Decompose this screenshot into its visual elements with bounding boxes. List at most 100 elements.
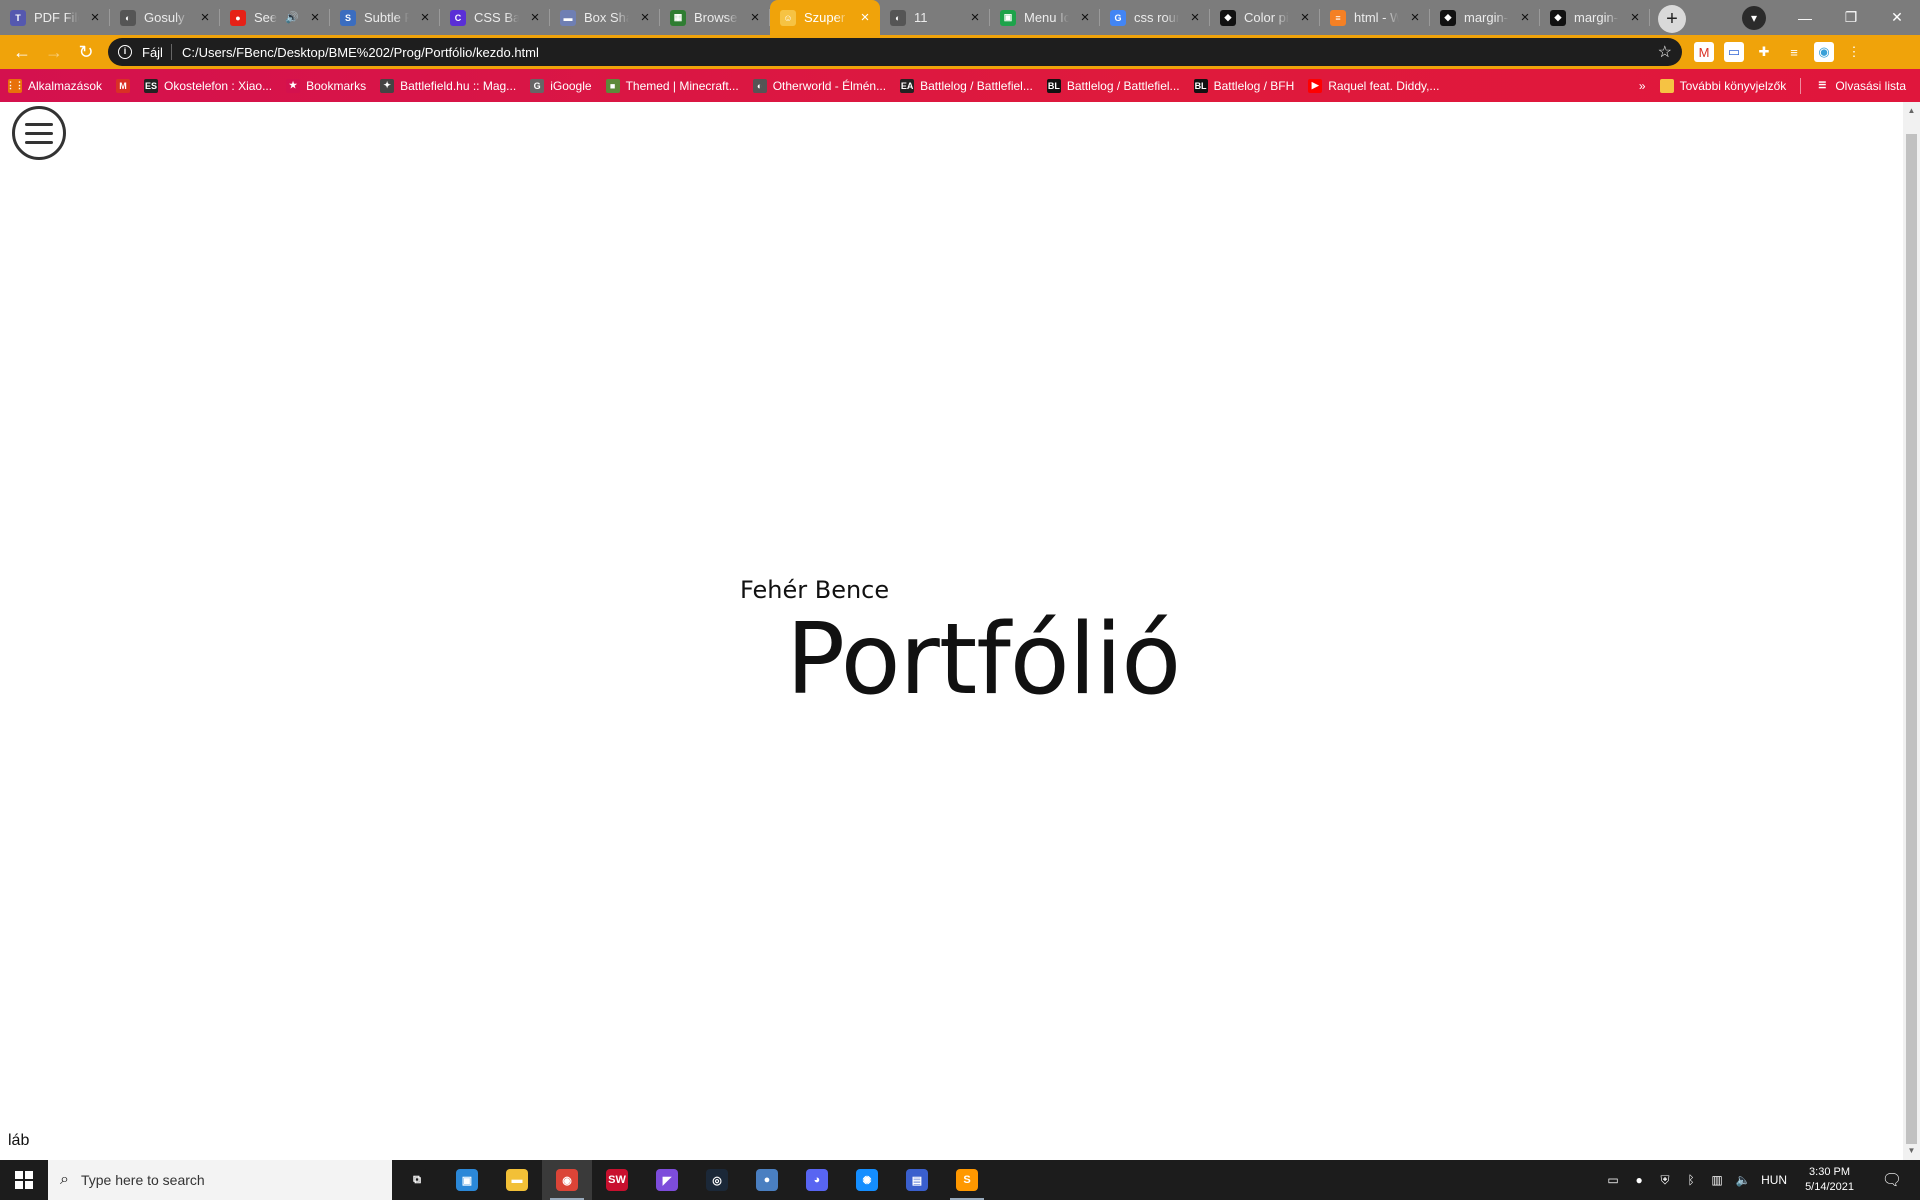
- taskbar-search-box[interactable]: ⌕ Type here to search: [48, 1160, 392, 1200]
- drop-tray-icon[interactable]: ●: [1631, 1172, 1647, 1188]
- tab-close-icon[interactable]: ×: [747, 9, 763, 26]
- vertical-scrollbar[interactable]: ▲ ▼: [1903, 102, 1920, 1160]
- forward-button[interactable]: →: [38, 36, 70, 68]
- tab-close-icon[interactable]: ×: [1517, 9, 1533, 26]
- arrow-left-icon: ←: [13, 41, 31, 62]
- screen-extension-icon[interactable]: ▭: [1724, 42, 1744, 62]
- browser-tab[interactable]: ◆ Color pic ×: [1210, 0, 1320, 35]
- gmail-extension-icon[interactable]: M: [1694, 42, 1714, 62]
- tab-audio-icon[interactable]: 🔊: [285, 11, 299, 24]
- more-menu-icon[interactable]: ⋮: [1844, 42, 1864, 62]
- taskbar-app-windows-explorer-settings[interactable]: ▣: [442, 1160, 492, 1200]
- tab-title: Box Sha: [584, 10, 629, 25]
- bookmark-label: Okostelefon : Xiao...: [164, 78, 273, 93]
- browser-tab[interactable]: ◐ 11 ×: [880, 0, 990, 35]
- bookmark-item[interactable]: EA Battlelog / Battlefiel...: [900, 78, 1033, 93]
- taskbar-app-sublime-text[interactable]: S: [942, 1160, 992, 1200]
- bookmarks-overflow-button[interactable]: »: [1639, 79, 1646, 93]
- taskbar-app-discord[interactable]: ◕: [792, 1160, 842, 1200]
- notification-center-icon[interactable]: 🗨: [1872, 1160, 1912, 1200]
- browser-tab[interactable]: ◆ margin-l ×: [1430, 0, 1540, 35]
- tab-close-icon[interactable]: ×: [1297, 9, 1313, 26]
- browser-tab[interactable]: ▬ Box Sha ×: [550, 0, 660, 35]
- browser-tab[interactable]: C CSS Back ×: [440, 0, 550, 35]
- tab-search-icon[interactable]: ▾: [1742, 5, 1766, 30]
- bookmark-star-icon[interactable]: ☆: [1658, 42, 1672, 62]
- browser-tab[interactable]: ≡ html - W ×: [1320, 0, 1430, 35]
- meet-now-icon[interactable]: ▭: [1605, 1172, 1621, 1188]
- taskbar-app-drop-app[interactable]: ●: [742, 1160, 792, 1200]
- bookmark-item[interactable]: BL Battlelog / Battlefiel...: [1046, 78, 1180, 93]
- tab-close-icon[interactable]: ×: [1077, 9, 1093, 26]
- network-icon[interactable]: ▥: [1709, 1172, 1725, 1188]
- info-icon[interactable]: i: [118, 45, 132, 59]
- tab-close-icon[interactable]: ×: [87, 9, 103, 26]
- bookmark-item[interactable]: ⋮⋮ Alkalmazások: [6, 78, 102, 93]
- browser-tab[interactable]: ☺ Szuper p ×: [770, 0, 880, 35]
- security-tray-icon[interactable]: ⛨: [1657, 1172, 1673, 1188]
- bookmark-favicon-icon: M: [116, 78, 131, 93]
- scroll-thumb[interactable]: [1906, 134, 1917, 1144]
- profile-avatar-icon[interactable]: ◉: [1814, 42, 1834, 62]
- browser-tab[interactable]: T PDF File ×: [0, 0, 110, 35]
- tab-close-icon[interactable]: ×: [1407, 9, 1423, 26]
- steam-icon: ◎: [706, 1169, 728, 1191]
- taskbar-app-chrome[interactable]: ◉: [542, 1160, 592, 1200]
- url-text[interactable]: C:/Users/FBenc/Desktop/BME%202/Prog/Port…: [182, 45, 1658, 60]
- tab-close-icon[interactable]: ×: [1187, 9, 1203, 26]
- taskbar-app-task-view[interactable]: ⧉: [392, 1160, 442, 1200]
- tab-close-icon[interactable]: ×: [637, 9, 653, 26]
- start-button[interactable]: [0, 1160, 48, 1200]
- puzzle-extension-icon[interactable]: ✚: [1754, 42, 1774, 62]
- bookmark-item[interactable]: ■ Themed | Minecraft...: [605, 78, 739, 93]
- browser-tab[interactable]: ▦ Browse I ×: [660, 0, 770, 35]
- taskbar-clock[interactable]: 3:30 PM 5/14/2021: [1805, 1165, 1854, 1195]
- bookmark-item[interactable]: ▶ Raquel feat. Diddy,...: [1308, 78, 1439, 93]
- tab-close-icon[interactable]: ×: [967, 9, 983, 26]
- bookmark-item[interactable]: BL Battlelog / BFH: [1193, 78, 1294, 93]
- taskbar-app-save-app[interactable]: ▤: [892, 1160, 942, 1200]
- browser-tab[interactable]: S Subtle P ×: [330, 0, 440, 35]
- browser-tab[interactable]: ● Sees 🔊 ×: [220, 0, 330, 35]
- reload-button[interactable]: ↻: [70, 36, 102, 68]
- back-button[interactable]: ←: [6, 36, 38, 68]
- taskbar-app-file-explorer[interactable]: ▬: [492, 1160, 542, 1200]
- browser-tab[interactable]: ◆ margin-l ×: [1540, 0, 1650, 35]
- taskbar-app-visual-studio[interactable]: ◤: [642, 1160, 692, 1200]
- bookmark-item[interactable]: ★ Bookmarks: [286, 78, 366, 93]
- tab-title: Browse I: [694, 10, 739, 25]
- scheme-label[interactable]: Fájl: [142, 45, 163, 60]
- bookmark-item[interactable]: ✦ Battlefield.hu :: Mag...: [380, 78, 516, 93]
- scroll-down-icon[interactable]: ▼: [1903, 1144, 1920, 1158]
- bluetooth-icon[interactable]: ᛒ: [1683, 1172, 1699, 1188]
- tab-close-icon[interactable]: ×: [527, 9, 543, 26]
- volume-icon[interactable]: 🔈: [1735, 1172, 1751, 1188]
- bookmark-item[interactable]: GiGoogle: [530, 78, 592, 93]
- taskbar-app-steam[interactable]: ◎: [692, 1160, 742, 1200]
- bookmark-item[interactable]: M: [116, 78, 131, 93]
- tab-close-icon[interactable]: ×: [417, 9, 433, 26]
- reading-list-button[interactable]: ☰ Olvasási lista: [1815, 79, 1906, 93]
- bookmark-label: Themed | Minecraft...: [625, 78, 739, 93]
- hamburger-menu-button[interactable]: [12, 106, 66, 160]
- bookmark-item[interactable]: ES Okostelefon : Xiao...: [144, 78, 273, 93]
- browser-tab[interactable]: Gcss roun ×: [1100, 0, 1210, 35]
- address-bar[interactable]: i Fájl C:/Users/FBenc/Desktop/BME%202/Pr…: [108, 38, 1682, 66]
- tab-close-icon[interactable]: ×: [857, 9, 873, 26]
- input-language[interactable]: HUN: [1761, 1173, 1787, 1187]
- close-window-button[interactable]: ✕: [1874, 3, 1920, 33]
- reading-list-icon[interactable]: ≡: [1784, 42, 1804, 62]
- new-tab-button[interactable]: +: [1658, 5, 1686, 33]
- bookmark-item[interactable]: ◐ Otherworld - Élmén...: [752, 78, 886, 93]
- other-bookmarks-folder[interactable]: ▬ További könyvjelzők: [1659, 78, 1786, 93]
- tab-close-icon[interactable]: ×: [1627, 9, 1643, 26]
- browser-tab[interactable]: ◐ Gosuly T ×: [110, 0, 220, 35]
- tab-close-icon[interactable]: ×: [307, 9, 323, 26]
- taskbar-app-solidworks-2020[interactable]: SW: [592, 1160, 642, 1200]
- taskbar-app-battlenet[interactable]: ✺: [842, 1160, 892, 1200]
- minimize-button[interactable]: —: [1782, 3, 1828, 33]
- restore-button[interactable]: ❐: [1828, 3, 1874, 33]
- browser-tab[interactable]: ▣ Menu Ic ×: [990, 0, 1100, 35]
- scroll-up-icon[interactable]: ▲: [1903, 104, 1920, 118]
- tab-close-icon[interactable]: ×: [197, 9, 213, 26]
